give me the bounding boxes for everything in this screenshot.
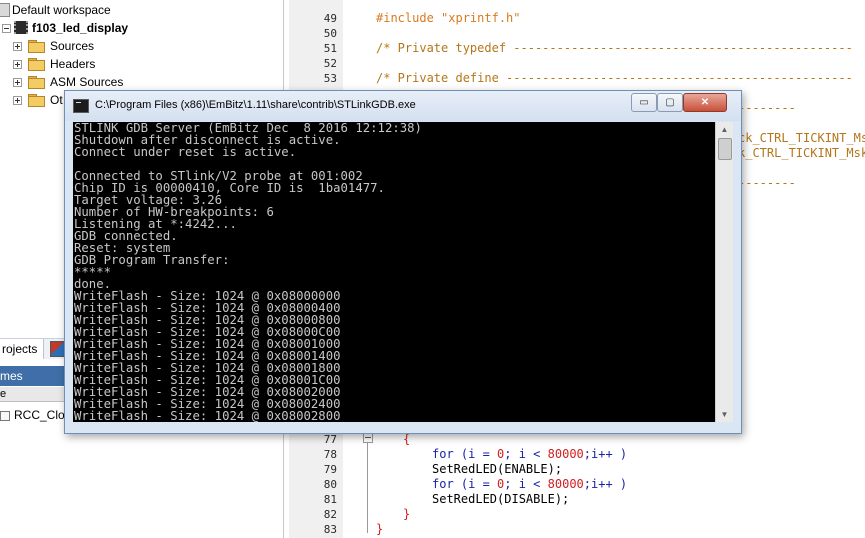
chip-icon (14, 21, 28, 34)
folder-icon (28, 58, 45, 71)
console-text: STLINK GDB Server (EmBitz Dec 8 2016 12:… (74, 122, 422, 422)
tree-item-label: Default workspace (12, 3, 111, 17)
code-line: for (i = 0; i < 80000;i++ ) (432, 447, 627, 461)
expand-icon[interactable] (13, 42, 22, 51)
tree-item-label: Ot (50, 93, 63, 107)
console-icon (73, 99, 89, 113)
minimize-button[interactable]: ▭ (631, 93, 657, 112)
expand-icon[interactable] (13, 60, 22, 69)
line-number: 49 (323, 12, 337, 25)
keyword: for (432, 477, 454, 491)
code-text: ;i++ ) (583, 477, 628, 491)
fold-guide (367, 443, 368, 533)
scroll-down-icon[interactable]: ▼ (716, 407, 733, 422)
line-number: 77 (323, 433, 337, 446)
code-fragment: ck_CTRL_TICKINT_Ms (738, 131, 865, 145)
line-number: 52 (323, 57, 337, 70)
code-line: SetRedLED(ENABLE); (432, 462, 563, 476)
code-text: ; i < (504, 447, 548, 461)
code-text: ;i++ ) (583, 447, 628, 461)
scroll-up-icon[interactable]: ▲ (716, 122, 733, 137)
code-line: } (403, 507, 411, 521)
line-number: 78 (323, 448, 337, 461)
console-output[interactable]: STLINK GDB Server (EmBitz Dec 8 2016 12:… (73, 122, 715, 422)
tab-projects[interactable]: rojects (0, 339, 45, 359)
expand-icon[interactable] (13, 78, 22, 87)
code-fragment: k_CTRL_TICKINT_Msk (738, 146, 865, 160)
line-number: 79 (323, 463, 337, 476)
code-fragment: -------- (738, 101, 796, 115)
scroll-thumb[interactable] (718, 138, 732, 160)
number-literal: 80000 (547, 447, 584, 461)
code-text: (i = (453, 477, 498, 491)
console-line: ***** (74, 265, 112, 279)
line-number: 81 (323, 493, 337, 506)
line-number: 83 (323, 523, 337, 536)
console-line: Connect under reset is active. (74, 145, 297, 159)
fold-icon[interactable] (363, 433, 373, 443)
line-number: 51 (323, 42, 337, 55)
maximize-button[interactable]: ▢ (657, 93, 683, 112)
tree-item-label: f103_led_display (32, 21, 129, 35)
code-line: { (403, 432, 411, 446)
tree-item-label: Sources (50, 39, 95, 53)
code-text: ; i < (504, 477, 548, 491)
window-title-bar[interactable]: C:\Program Files (x86)\EmBitz\1.11\share… (65, 91, 741, 121)
code-line: SetRedLED(DISABLE); (432, 492, 570, 506)
code-line: /* Private typedef ---------------------… (376, 41, 853, 55)
workspace-icon (0, 3, 10, 17)
window-title: C:\Program Files (x86)\EmBitz\1.11\share… (95, 99, 416, 111)
tree-item-label: ASM Sources (50, 75, 124, 89)
console-scrollbar[interactable]: ▲ ▼ (715, 122, 733, 422)
code-line: /* Private define ----------------------… (376, 71, 853, 85)
keyword: for (432, 447, 454, 461)
line-number: 50 (323, 27, 337, 40)
number-literal: 80000 (547, 477, 584, 491)
expand-icon[interactable] (13, 96, 22, 105)
code-text: (i = (453, 447, 498, 461)
collapse-icon[interactable] (2, 24, 11, 33)
line-number: 82 (323, 508, 337, 521)
tree-item-label: Headers (50, 57, 96, 71)
console-line: GDB Program Transfer: (74, 253, 230, 267)
console-window[interactable]: C:\Program Files (x86)\EmBitz\1.11\share… (64, 90, 742, 434)
folder-icon (28, 76, 45, 89)
folder-icon (28, 94, 45, 107)
code-line: for (i = 0; i < 80000;i++ ) (432, 477, 627, 491)
variable-icon (0, 410, 10, 421)
line-number: 80 (323, 478, 337, 491)
line-number: 53 (323, 72, 337, 85)
code-line: } (376, 522, 384, 536)
code-line: #include "xprintf.h" (376, 11, 521, 25)
console-line: WriteFlash - Size: 1024 @ 0x08002800 (74, 409, 341, 422)
code-fragment: -------- (738, 176, 796, 190)
folder-icon (28, 40, 45, 53)
close-button[interactable]: ✕ (683, 93, 727, 112)
